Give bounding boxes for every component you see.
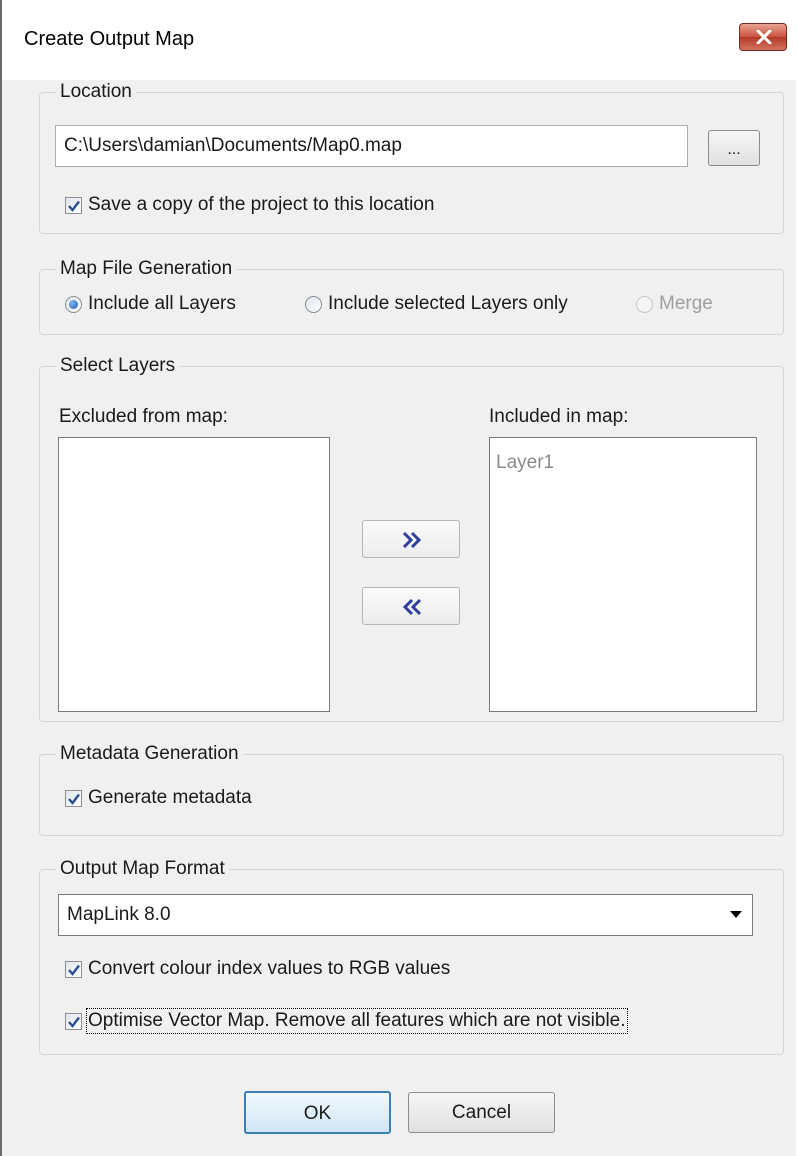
cancel-button-label: Cancel xyxy=(451,1102,512,1123)
title-bar: Create Output Map xyxy=(2,0,798,80)
included-in-map-label: Included in map: xyxy=(489,406,629,427)
include-selected-layers-radio-dot xyxy=(305,295,322,313)
convert-colour-label: Convert colour index values to RGB value… xyxy=(88,958,451,979)
save-copy-label: Save a copy of the project to this locat… xyxy=(88,194,435,215)
browse-button-label: ... xyxy=(727,141,741,158)
window-title: Create Output Map xyxy=(24,28,195,50)
output-map-format-legend: Output Map Format xyxy=(56,858,229,880)
include-selected-layers-label: Include selected Layers only xyxy=(328,293,568,314)
include-all-layers-label: Include all Layers xyxy=(88,293,236,314)
convert-colour-checkbox[interactable]: Convert colour index values to RGB value… xyxy=(65,958,450,980)
include-selected-layers-radio[interactable]: Include selected Layers only xyxy=(305,293,568,315)
included-layers-list[interactable]: Layer1 xyxy=(489,437,757,712)
location-path-input[interactable]: C:\Users\damian\Documents/Map0.map xyxy=(55,125,688,167)
close-icon xyxy=(756,30,772,44)
merge-radio: Merge xyxy=(636,293,713,315)
checkmark-icon xyxy=(68,793,80,805)
include-all-layers-radio[interactable]: Include all Layers xyxy=(65,293,236,315)
excluded-layers-list[interactable] xyxy=(58,437,330,712)
optimise-vector-map-checkbox-box xyxy=(65,1012,82,1030)
select-layers-legend: Select Layers xyxy=(56,355,180,377)
save-copy-checkbox-box xyxy=(65,196,82,214)
generate-metadata-checkbox[interactable]: Generate metadata xyxy=(65,787,252,809)
optimise-vector-map-label: Optimise Vector Map. Remove all features… xyxy=(86,1008,628,1034)
generate-metadata-label: Generate metadata xyxy=(88,787,252,808)
merge-label: Merge xyxy=(659,293,713,314)
output-format-selected: MapLink 8.0 xyxy=(67,904,171,925)
save-copy-checkbox[interactable]: Save a copy of the project to this locat… xyxy=(65,194,434,216)
ok-button-label: OK xyxy=(303,1103,332,1124)
browse-button[interactable]: ... xyxy=(708,130,760,166)
double-chevron-left-icon xyxy=(402,598,422,616)
checkmark-icon xyxy=(68,1016,80,1028)
generate-metadata-checkbox-box xyxy=(65,789,82,807)
checkmark-icon xyxy=(68,964,80,976)
location-legend: Location xyxy=(56,81,136,103)
output-format-dropdown[interactable]: MapLink 8.0 xyxy=(58,894,753,936)
metadata-generation-legend: Metadata Generation xyxy=(56,743,243,765)
create-output-map-dialog: Create Output Map Location C:\Users\dami… xyxy=(0,0,798,1156)
map-file-generation-legend: Map File Generation xyxy=(56,258,237,280)
convert-colour-checkbox-box xyxy=(65,960,82,978)
close-button[interactable] xyxy=(739,23,787,51)
double-chevron-right-icon xyxy=(402,531,422,549)
excluded-from-map-label: Excluded from map: xyxy=(59,406,228,427)
list-item[interactable]: Layer1 xyxy=(496,452,554,474)
optimise-vector-map-checkbox[interactable]: Optimise Vector Map. Remove all features… xyxy=(65,1008,628,1034)
ok-button[interactable]: OK xyxy=(244,1091,391,1134)
remove-from-map-button[interactable] xyxy=(362,587,460,625)
add-to-map-button[interactable] xyxy=(362,520,460,558)
checkmark-icon xyxy=(68,200,80,212)
cancel-button[interactable]: Cancel xyxy=(408,1092,555,1133)
merge-radio-dot xyxy=(636,295,653,313)
chevron-down-icon xyxy=(730,911,742,918)
include-all-layers-radio-dot xyxy=(65,295,82,313)
